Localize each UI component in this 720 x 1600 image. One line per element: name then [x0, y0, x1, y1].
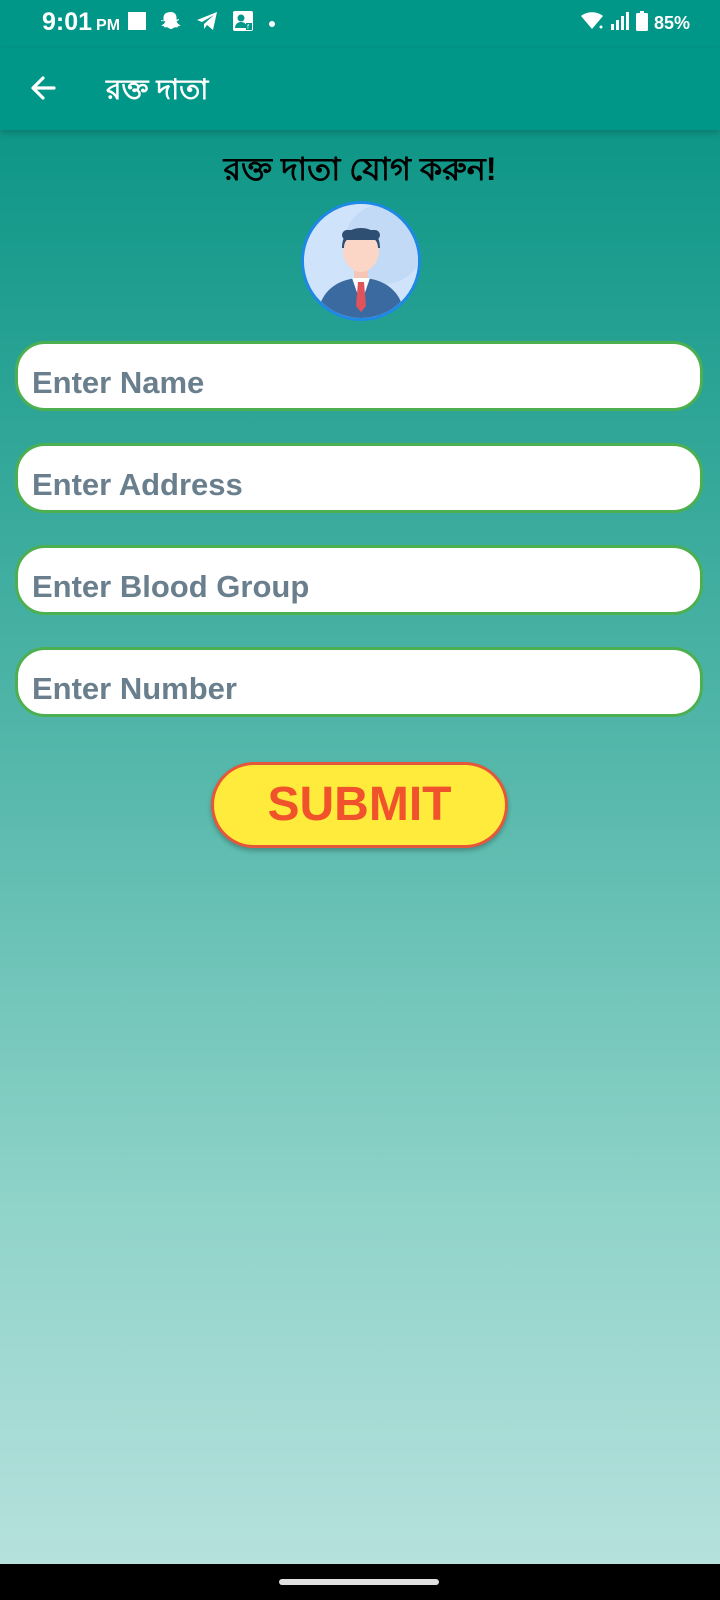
navigation-bar: [0, 1564, 720, 1600]
contact-card-icon: f: [232, 10, 254, 37]
name-field[interactable]: [15, 341, 703, 411]
status-ampm: PM: [96, 17, 121, 34]
app-bar: রক্ত দাতা: [0, 48, 720, 130]
signal-icon: [610, 11, 630, 36]
number-field[interactable]: [15, 647, 703, 717]
back-button[interactable]: [24, 68, 64, 108]
status-time: 9:01 PM: [42, 8, 121, 36]
arrow-left-icon: [24, 76, 64, 112]
form-container: রক্ত দাতা যোগ করুন! SUBMIT: [0, 130, 720, 1564]
name-input[interactable]: [30, 362, 674, 404]
app-title: রক্ত দাতা: [106, 74, 209, 105]
address-field[interactable]: [15, 443, 703, 513]
battery-icon: [635, 11, 648, 36]
battery-percent: 85%: [653, 13, 690, 33]
telegram-icon: [196, 11, 218, 36]
status-bar: 9:01 PM f 85%: [0, 0, 720, 48]
snapchat-icon: [160, 10, 182, 37]
businessman-avatar-icon: [301, 201, 421, 321]
status-system-icons: 85%: [580, 11, 690, 36]
submit-button[interactable]: SUBMIT: [211, 762, 508, 848]
wifi-icon: [580, 11, 604, 36]
home-gesture-handle[interactable]: [279, 1579, 439, 1585]
address-input[interactable]: [30, 464, 674, 506]
dot-icon: [268, 15, 276, 33]
number-input[interactable]: [30, 668, 674, 710]
blood-group-field[interactable]: [15, 545, 703, 615]
blood-group-input[interactable]: [30, 566, 674, 608]
status-notification-icons: f: [128, 10, 276, 37]
form-heading: রক্ত দাতা যোগ করুন!: [223, 151, 497, 187]
stop-square-icon: [128, 12, 146, 35]
